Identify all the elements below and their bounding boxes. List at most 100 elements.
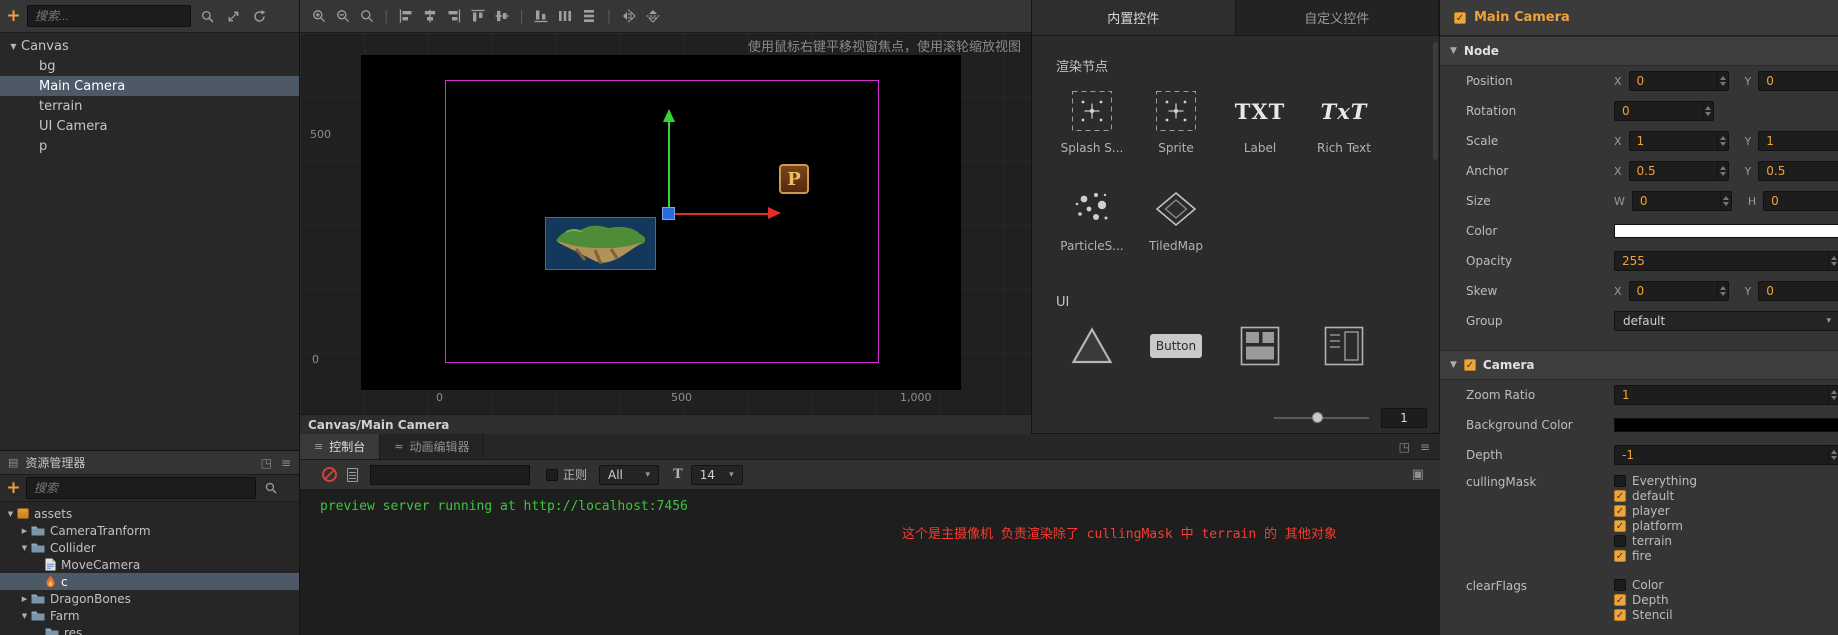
cullingmask-default-checkbox[interactable]: ✓ <box>1614 490 1626 502</box>
gizmo-origin-handle[interactable] <box>662 207 675 220</box>
search-icon[interactable] <box>261 478 281 498</box>
group-select[interactable]: default ▾ <box>1614 311 1838 331</box>
position-y-input[interactable]: 0 <box>1758 71 1838 91</box>
depth-input[interactable]: -1 <box>1614 445 1838 465</box>
align-top-icon[interactable] <box>469 8 486 25</box>
tab-builtin-controls[interactable]: 内置控件 <box>1032 0 1236 35</box>
clearflags-depth-checkbox[interactable]: ✓ <box>1614 594 1626 606</box>
skew-y-input[interactable]: 0 <box>1758 281 1838 301</box>
camera-section-header[interactable]: ▼ ✓ Camera <box>1440 350 1838 380</box>
cullingmask-terrain-checkbox[interactable] <box>1614 535 1626 547</box>
stepper-icon[interactable] <box>1828 252 1838 270</box>
create-asset-button[interactable]: + <box>6 478 21 498</box>
cullingmask-platform-checkbox[interactable]: ✓ <box>1614 520 1626 532</box>
size-w-input[interactable]: 0 <box>1631 191 1732 211</box>
align-h-center-icon[interactable] <box>421 8 438 25</box>
node-active-checkbox[interactable]: ✓ <box>1454 11 1466 24</box>
log-file-icon[interactable] <box>347 467 358 482</box>
cullingmask-option-default[interactable]: ✓ default <box>1614 489 1697 503</box>
library-item-triangle[interactable] <box>1050 320 1134 390</box>
scene-view[interactable]: P 500 0 0 500 1,000 使用鼠标右键平移视窗焦点，使用滚轮缩放视… <box>300 33 1031 414</box>
stepper-icon[interactable] <box>1702 102 1713 120</box>
hierarchy-item-canvas[interactable]: ▼ Canvas <box>0 36 299 56</box>
tab-custom-controls[interactable]: 自定义控件 <box>1235 0 1439 35</box>
asset-item-c[interactable]: c <box>0 573 299 590</box>
p-node-sprite[interactable]: P <box>779 164 809 194</box>
float-panel-icon[interactable]: ◳ <box>261 456 272 470</box>
asset-item-farm[interactable]: ▼ Farm <box>0 607 299 624</box>
maximize-icon[interactable]: ▣ <box>1412 467 1424 482</box>
cullingmask-option-platform[interactable]: ✓ platform <box>1614 519 1697 533</box>
clear-console-icon[interactable] <box>322 467 337 482</box>
library-item-label[interactable]: TXT Label <box>1218 85 1302 156</box>
stepper-icon[interactable] <box>1716 162 1728 180</box>
distribute-h-icon[interactable] <box>557 8 574 25</box>
collapse-icon[interactable]: ▼ <box>1450 46 1457 56</box>
anchor-x-input[interactable]: 0.5 <box>1628 161 1729 181</box>
refresh-icon[interactable] <box>249 6 269 26</box>
library-item-sprite[interactable]: Sprite <box>1134 85 1218 155</box>
library-item-layout-grid[interactable] <box>1218 320 1302 390</box>
stepper-icon[interactable] <box>1716 72 1728 90</box>
clearflags-option-depth[interactable]: ✓ Depth <box>1614 593 1673 607</box>
color-swatch[interactable] <box>1614 418 1838 432</box>
rotation-input[interactable]: 0 <box>1614 101 1714 121</box>
hierarchy-item-main-camera[interactable]: Main Camera <box>0 76 299 96</box>
library-item-button[interactable]: Button <box>1134 320 1218 390</box>
log-level-select[interactable]: All ▾ <box>599 464 660 485</box>
assets-search-input[interactable] <box>26 477 256 499</box>
expand-all-icon[interactable] <box>223 6 243 26</box>
align-left-icon[interactable] <box>397 8 414 25</box>
camera-enabled-checkbox[interactable]: ✓ <box>1463 359 1476 371</box>
flip-h-icon[interactable] <box>620 8 637 25</box>
stepper-icon[interactable] <box>1716 282 1728 300</box>
tab-animation-editor[interactable]: ≈ 动画编辑器 <box>380 434 485 459</box>
float-panel-icon[interactable]: ◳ <box>1399 440 1410 454</box>
search-icon[interactable] <box>197 6 217 26</box>
gizmo-x-axis[interactable] <box>675 213 768 215</box>
cullingmask-option-fire[interactable]: ✓ fire <box>1614 549 1697 563</box>
zoom-ratio-input[interactable]: 1 <box>1614 385 1838 405</box>
zoom-out-icon[interactable] <box>334 8 351 25</box>
hierarchy-item-bg[interactable]: bg <box>0 56 299 76</box>
collapse-icon[interactable]: ▼ <box>1450 360 1457 370</box>
asset-item-res[interactable]: res <box>0 624 299 635</box>
position-x-input[interactable]: 0 <box>1628 71 1729 91</box>
stepper-icon[interactable] <box>1828 386 1838 404</box>
cullingmask-everything-checkbox[interactable] <box>1614 475 1626 487</box>
zoom-in-icon[interactable] <box>310 8 327 25</box>
panel-menu-icon[interactable]: ≡ <box>281 456 291 470</box>
console-filter-input[interactable] <box>370 464 530 485</box>
hierarchy-item-terrain[interactable]: terrain <box>0 96 299 116</box>
asset-item-movecamera[interactable]: MoveCamera <box>0 556 299 573</box>
cullingmask-fire-checkbox[interactable]: ✓ <box>1614 550 1626 562</box>
clearflags-color-checkbox[interactable] <box>1614 579 1626 591</box>
scale-y-input[interactable]: 1 <box>1758 131 1838 151</box>
regex-checkbox[interactable] <box>546 468 558 481</box>
stepper-icon[interactable] <box>1719 192 1731 210</box>
tab-console[interactable]: ≡ 控制台 <box>300 434 381 459</box>
clearflags-stencil-checkbox[interactable]: ✓ <box>1614 609 1626 621</box>
cullingmask-option-terrain[interactable]: terrain <box>1614 534 1697 548</box>
create-node-button[interactable]: + <box>6 6 21 26</box>
node-section-header[interactable]: ▼ Node <box>1440 36 1838 66</box>
cullingmask-player-checkbox[interactable]: ✓ <box>1614 505 1626 517</box>
flip-v-icon[interactable] <box>644 8 661 25</box>
panel-menu-icon[interactable]: ≡ <box>1420 440 1430 454</box>
zoom-slider[interactable] <box>1274 412 1369 423</box>
asset-item-collider[interactable]: ▼ Collider <box>0 539 299 556</box>
asset-item-cameratranform[interactable]: ▶ CameraTranform <box>0 522 299 539</box>
hierarchy-item-p[interactable]: p <box>0 136 299 156</box>
color-swatch[interactable] <box>1614 224 1838 238</box>
library-item-splash-s[interactable]: Splash S... <box>1050 85 1134 155</box>
cullingmask-option-player[interactable]: ✓ player <box>1614 504 1697 518</box>
gizmo-y-axis[interactable] <box>668 121 670 214</box>
library-item-layout-panel[interactable] <box>1302 320 1386 390</box>
library-item-tiledmap[interactable]: TiledMap <box>1134 183 1218 253</box>
distribute-v-icon[interactable] <box>581 8 598 25</box>
stepper-icon[interactable] <box>1716 132 1728 150</box>
stepper-icon[interactable] <box>1828 446 1838 464</box>
asset-item-dragonbones[interactable]: ▶ DragonBones <box>0 590 299 607</box>
anchor-y-input[interactable]: 0.5 <box>1758 161 1838 181</box>
align-bottom-icon[interactable] <box>533 8 550 25</box>
